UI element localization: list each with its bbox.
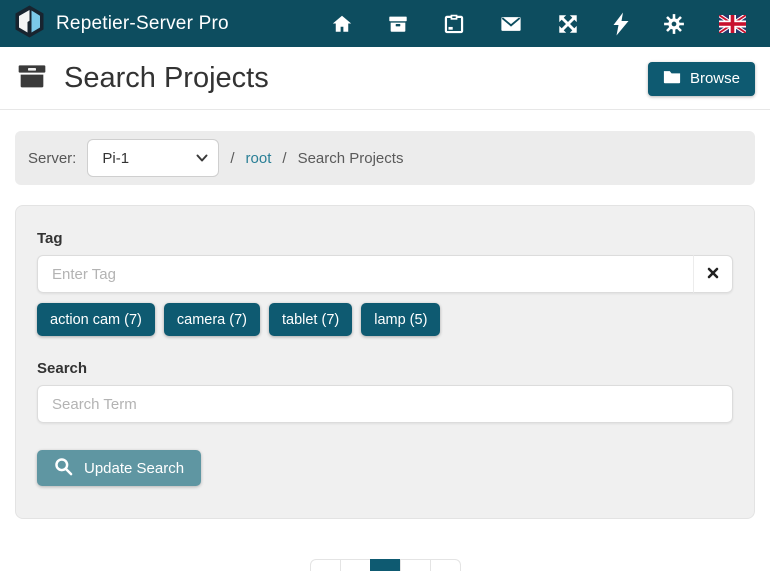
breadcrumb: Server: Pi-1 / root / Search Projects (15, 131, 755, 185)
search-input-wrap (37, 385, 733, 423)
update-search-label: Update Search (84, 460, 184, 477)
search-input[interactable] (37, 385, 733, 423)
navbar: Repetier-Server Pro (0, 0, 770, 47)
navbar-menu (331, 12, 756, 36)
breadcrumb-separator: / (282, 150, 286, 167)
close-icon (707, 267, 719, 282)
page-title: Search Projects (64, 62, 269, 95)
pagination: « ‹ 1 › » (0, 559, 770, 571)
breadcrumb-current: Search Projects (298, 150, 404, 167)
tag-label: Tag (37, 230, 733, 247)
bolt-icon[interactable] (613, 12, 629, 36)
breadcrumb-root-link[interactable]: root (246, 150, 272, 167)
pagination-last[interactable]: » (430, 559, 461, 571)
header-divider (0, 109, 770, 110)
browse-button[interactable]: Browse (648, 62, 755, 96)
archive-box-title-icon (15, 60, 49, 97)
archive-box-icon[interactable] (387, 13, 409, 35)
brand[interactable]: Repetier-Server Pro (14, 5, 229, 43)
home-icon[interactable] (331, 13, 353, 35)
envelope-icon[interactable] (499, 13, 523, 35)
server-label: Server: (28, 150, 76, 167)
pagination-page-1[interactable]: 1 (370, 559, 401, 571)
search-icon (54, 457, 73, 480)
tag-input-group (37, 255, 733, 293)
tag-button-lamp[interactable]: lamp (5) (361, 303, 440, 336)
update-search-button[interactable]: Update Search (37, 450, 201, 486)
pagination-prev[interactable]: ‹ (340, 559, 371, 571)
brand-title: Repetier-Server Pro (56, 13, 229, 35)
clear-tag-button[interactable] (693, 255, 733, 293)
language-flag-icon[interactable] (719, 15, 746, 33)
pagination-first[interactable]: « (310, 559, 341, 571)
server-select-wrap: Pi-1 (87, 139, 219, 177)
tag-suggestions: action cam (7) camera (7) tablet (7) lam… (37, 303, 733, 336)
printer-icon[interactable] (443, 13, 465, 35)
server-select[interactable]: Pi-1 (87, 139, 219, 177)
move-arrows-icon[interactable] (557, 13, 579, 35)
tag-button-tablet[interactable]: tablet (7) (269, 303, 352, 336)
page-header: Search Projects Browse (0, 47, 770, 109)
search-label: Search (37, 360, 733, 377)
search-card: Tag action cam (7) camera (7) tablet (7)… (15, 205, 755, 519)
tag-button-camera[interactable]: camera (7) (164, 303, 260, 336)
browse-button-label: Browse (690, 70, 740, 87)
folder-icon (663, 69, 681, 88)
app-logo-icon (14, 5, 45, 43)
tag-input[interactable] (37, 255, 693, 293)
tag-button-action-cam[interactable]: action cam (7) (37, 303, 155, 336)
search-block: Search (37, 360, 733, 423)
breadcrumb-separator: / (230, 150, 234, 167)
pagination-next[interactable]: › (400, 559, 431, 571)
gear-icon[interactable] (663, 13, 685, 35)
